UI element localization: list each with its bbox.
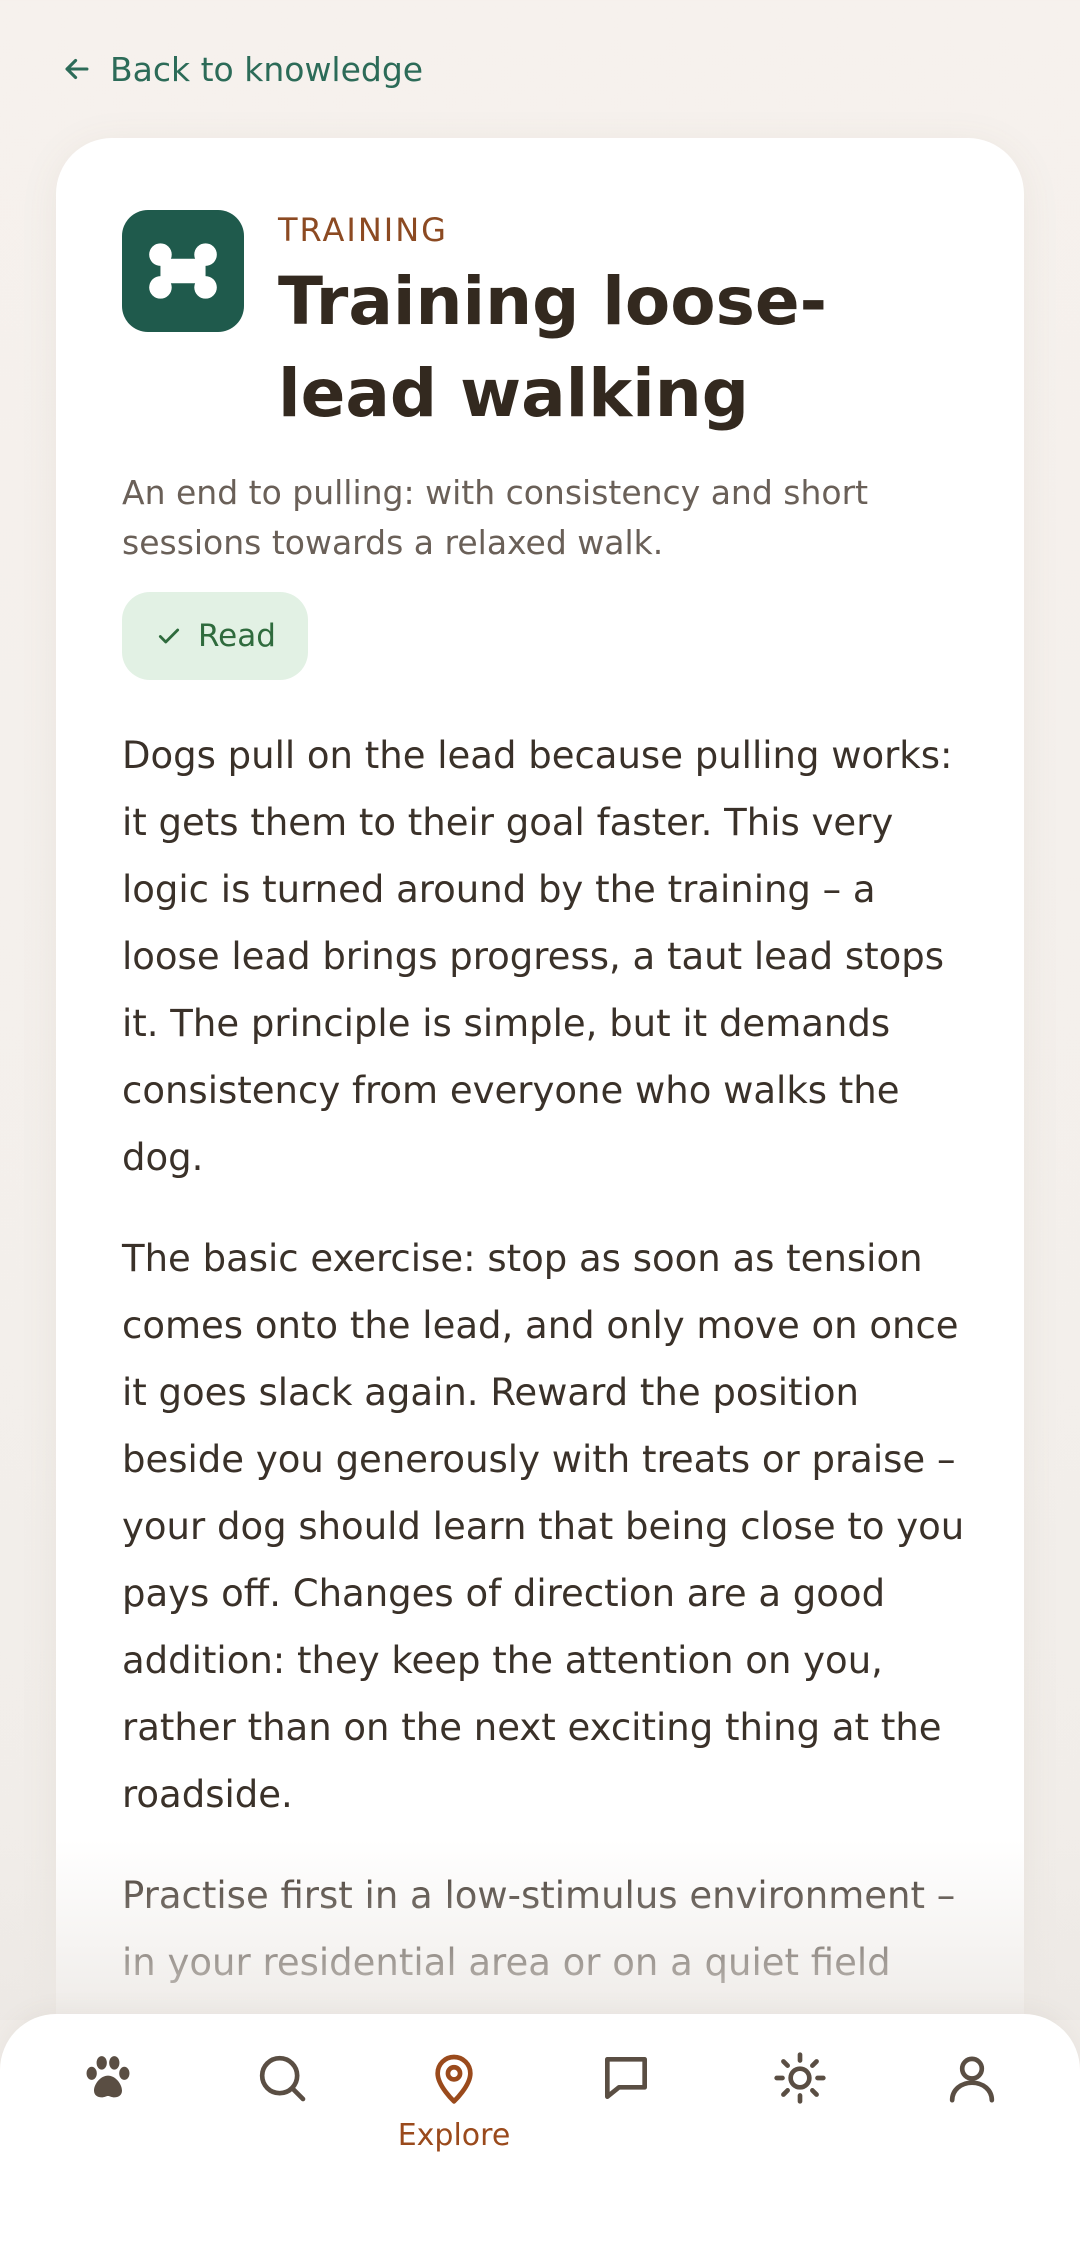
article-body: Dogs pull on the lead because pulling wo… bbox=[122, 722, 968, 2030]
user-icon bbox=[949, 2056, 995, 2103]
nav-item-paw[interactable] bbox=[48, 2050, 168, 2200]
article-title: Training loose-lead walking bbox=[278, 263, 828, 432]
bottom-navigation: Explore bbox=[0, 2014, 1080, 2268]
paw-icon bbox=[86, 2056, 130, 2098]
article-paragraph: The basic exercise: stop as soon as tens… bbox=[122, 1237, 965, 1816]
back-to-knowledge-link[interactable]: Back to knowledge bbox=[60, 44, 423, 94]
article-card: TRAINING Training loose-lead walking An … bbox=[56, 138, 1024, 2268]
chat-bubble-icon bbox=[605, 2057, 647, 2099]
read-status-chip[interactable]: Read bbox=[122, 592, 308, 680]
sun-icon bbox=[774, 2052, 826, 2104]
article-category: TRAINING bbox=[278, 211, 448, 249]
nav-item-profile[interactable] bbox=[912, 2050, 1032, 2200]
search-icon bbox=[259, 2055, 306, 2102]
nav-item-explore[interactable]: Explore bbox=[394, 2050, 514, 2200]
article-paragraph: Practise first in a low-stimulus environ… bbox=[122, 1874, 956, 1984]
map-pin-icon bbox=[435, 2054, 473, 2104]
nav-item-weather[interactable] bbox=[740, 2050, 860, 2200]
check-icon bbox=[158, 628, 180, 644]
nav-label-explore: Explore bbox=[397, 2118, 511, 2153]
article-subtitle: An end to pulling: with consistency and … bbox=[122, 473, 869, 562]
category-badge bbox=[122, 210, 244, 332]
arrow-left-icon bbox=[65, 58, 89, 80]
nav-item-messages[interactable] bbox=[566, 2050, 686, 2200]
bone-icon bbox=[149, 243, 217, 299]
nav-item-search[interactable] bbox=[222, 2050, 342, 2200]
article-paragraph: Dogs pull on the lead because pulling wo… bbox=[122, 734, 953, 1179]
back-link-label: Back to knowledge bbox=[110, 49, 424, 89]
read-status-label: Read bbox=[198, 618, 276, 654]
